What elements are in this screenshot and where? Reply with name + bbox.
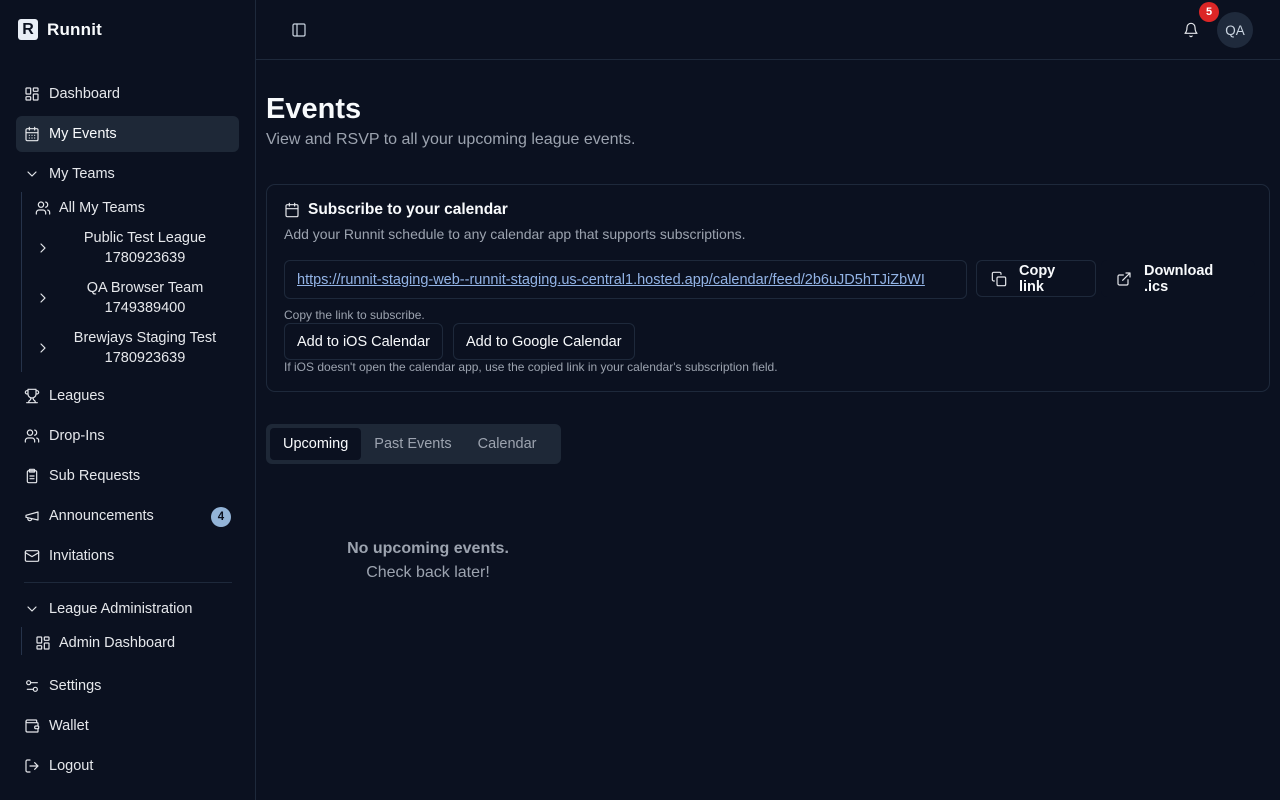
calendar-feed-url-field[interactable]: https://runnit-staging-web--runnit-stagi… — [284, 260, 967, 299]
ios-hint: If iOS doesn't open the calendar app, us… — [284, 360, 778, 374]
team-name-line2: 1780923639 — [104, 250, 186, 266]
sidebar-divider — [24, 582, 232, 583]
sidebar: R Runnit Dashboard My Events My Teams Al… — [0, 0, 256, 800]
empty-state-subtitle: Check back later! — [366, 564, 490, 581]
nav-settings-label: Settings — [49, 678, 102, 694]
runnit-logo-icon: R — [18, 19, 38, 40]
tab-calendar[interactable]: Calendar — [465, 428, 550, 460]
events-tabs: Upcoming Past Events Calendar — [266, 424, 561, 464]
download-ics-label: Download .ics — [1144, 262, 1214, 295]
calendar-icon — [24, 126, 40, 142]
brand[interactable]: R Runnit — [18, 19, 102, 40]
calendar-icon — [284, 202, 300, 218]
copy-link-label: Copy link — [1019, 262, 1056, 295]
chevron-down-icon — [24, 166, 40, 182]
chevron-right-icon — [35, 340, 51, 356]
trophy-icon — [24, 388, 40, 404]
nav-admin-dashboard-label: Admin Dashboard — [59, 635, 176, 651]
league-admin-guide-line — [21, 627, 22, 655]
users-icon — [24, 428, 40, 444]
tab-upcoming[interactable]: Upcoming — [270, 428, 362, 460]
nav-my-events-label: My Events — [49, 126, 117, 142]
nav-drop-ins-label: Drop-Ins — [49, 428, 105, 444]
dashboard-icon — [24, 86, 40, 102]
nav-sub-requests-label: Sub Requests — [49, 468, 141, 484]
users-icon — [35, 200, 51, 216]
nav-wallet[interactable]: Wallet — [16, 708, 239, 744]
nav-my-teams-label: My Teams — [49, 166, 115, 182]
nav-dashboard[interactable]: Dashboard — [16, 76, 239, 112]
add-google-calendar-button[interactable]: Add to Google Calendar — [453, 323, 635, 360]
nav-drop-ins[interactable]: Drop-Ins — [16, 418, 239, 454]
nav-settings[interactable]: Settings — [16, 668, 239, 704]
add-ios-calendar-button[interactable]: Add to iOS Calendar — [284, 323, 443, 360]
team-name-line1: Brewjays Staging Test — [73, 330, 217, 346]
nav-dashboard-label: Dashboard — [49, 86, 120, 102]
mail-icon — [24, 548, 40, 564]
card-description: Add your Runnit schedule to any calendar… — [284, 226, 746, 242]
team-name: QA Browser Team 1749389400 — [51, 278, 239, 318]
dashboard-icon — [35, 635, 51, 651]
external-link-icon — [1116, 271, 1132, 287]
chevron-right-icon — [35, 290, 51, 306]
team-name-line1: QA Browser Team — [86, 280, 204, 296]
nav-admin-dashboard[interactable]: Admin Dashboard — [28, 633, 239, 653]
empty-state: No upcoming events. Check back later! — [266, 538, 590, 586]
nav-logout[interactable]: Logout — [16, 748, 239, 784]
nav-all-my-teams-label: All My Teams — [59, 200, 145, 216]
page-subtitle: View and RSVP to all your upcoming leagu… — [266, 131, 636, 148]
calendar-subscribe-card: Subscribe to your calendar Add your Runn… — [266, 184, 1270, 392]
nav-invitations-label: Invitations — [49, 548, 115, 564]
announcements-count-badge: 4 — [211, 507, 231, 527]
team-name-line2: 1780923639 — [104, 350, 186, 366]
team-name: Public Test League 1780923639 — [51, 228, 239, 268]
empty-state-title: No upcoming events. — [347, 540, 509, 557]
nav-all-my-teams[interactable]: All My Teams — [28, 198, 239, 218]
topbar: 5 QA — [256, 0, 1280, 60]
nav-leagues[interactable]: Leagues — [16, 378, 239, 414]
copy-link-hint: Copy the link to subscribe. — [284, 308, 425, 322]
team-name: Brewjays Staging Test 1780923639 — [51, 328, 239, 368]
logout-icon — [24, 758, 40, 774]
calendar-feed-url[interactable]: https://runnit-staging-web--runnit-stagi… — [297, 272, 925, 288]
sliders-icon — [24, 678, 40, 694]
megaphone-icon — [24, 508, 40, 524]
nav-team-qa-browser-team[interactable]: QA Browser Team 1749389400 — [28, 276, 239, 320]
bell-icon[interactable] — [1183, 22, 1199, 38]
nav-my-teams-toggle[interactable]: My Teams — [16, 156, 239, 192]
nav-invitations[interactable]: Invitations — [16, 538, 239, 574]
chevron-right-icon — [35, 240, 51, 256]
nav-announcements[interactable]: Announcements 4 — [16, 498, 239, 534]
brand-name: Runnit — [47, 19, 103, 39]
nav-team-public-test-league[interactable]: Public Test League 1780923639 — [28, 226, 239, 270]
team-name-line1: Public Test League — [83, 230, 207, 246]
nav-sub-requests[interactable]: Sub Requests — [16, 458, 239, 494]
card-title-text: Subscribe to your calendar — [308, 201, 508, 218]
sidebar-toggle-icon[interactable] — [291, 22, 307, 38]
page-title: Events — [266, 93, 362, 125]
notifications-count-badge: 5 — [1199, 2, 1219, 22]
card-title: Subscribe to your calendar — [284, 201, 508, 219]
nav-logout-label: Logout — [49, 758, 94, 774]
nav-wallet-label: Wallet — [49, 718, 89, 734]
nav-league-admin-label: League Administration — [49, 601, 193, 617]
my-teams-guide-line — [21, 192, 22, 372]
copy-link-button[interactable]: Copy link — [976, 260, 1096, 297]
team-name-line2: 1749389400 — [104, 300, 186, 316]
clipboard-icon — [24, 468, 40, 484]
avatar[interactable]: QA — [1217, 12, 1253, 48]
tab-past-events[interactable]: Past Events — [361, 428, 464, 460]
wallet-icon — [24, 718, 40, 734]
nav-team-brewjays-staging-test[interactable]: Brewjays Staging Test 1780923639 — [28, 326, 239, 370]
nav-my-events[interactable]: My Events — [16, 116, 239, 152]
download-ics-button[interactable]: Download .ics — [1101, 260, 1255, 297]
nav-announcements-label: Announcements — [49, 508, 154, 524]
nav-league-admin-toggle[interactable]: League Administration — [16, 591, 239, 627]
nav-leagues-label: Leagues — [49, 388, 105, 404]
copy-icon — [991, 271, 1007, 287]
chevron-down-icon — [24, 601, 40, 617]
